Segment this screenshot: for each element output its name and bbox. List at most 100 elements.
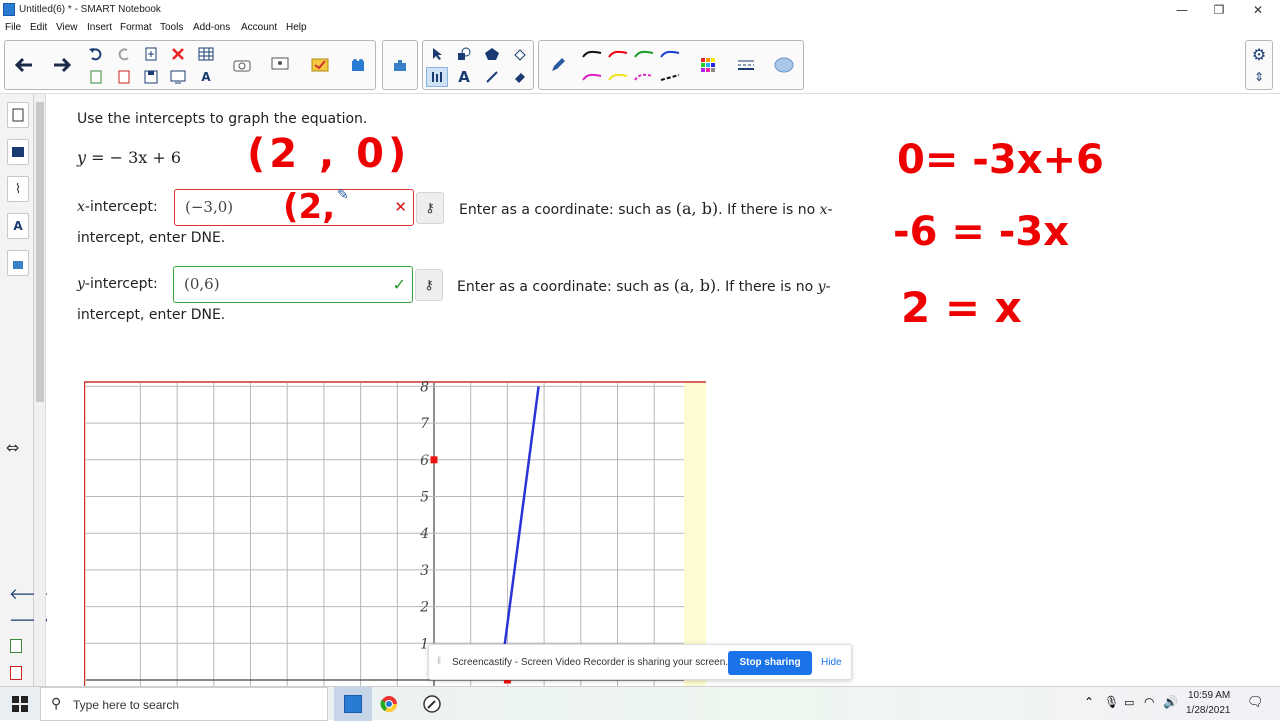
wifi-icon[interactable]: ◠ xyxy=(1144,695,1154,709)
clock-date[interactable]: 1/28/2021 xyxy=(1186,705,1231,716)
clock-time[interactable]: 10:59 AM xyxy=(1188,690,1230,701)
menu-edit[interactable]: Edit xyxy=(30,22,47,33)
x-hint-text-c: - xyxy=(827,202,833,218)
pen-green-icon[interactable] xyxy=(633,44,655,64)
minimize-button[interactable]: — xyxy=(1164,0,1200,20)
color-palette-icon[interactable] xyxy=(691,41,725,89)
toolbar-group-pens xyxy=(538,40,804,90)
toolbar-group-select: A xyxy=(422,40,534,90)
volume-icon[interactable]: 🔊 xyxy=(1163,695,1178,709)
stop-sharing-button[interactable]: Stop sharing xyxy=(728,651,812,675)
screen-shade-icon[interactable] xyxy=(167,67,189,87)
delete-icon[interactable] xyxy=(167,44,189,64)
pen-cursor-icon: ✎ xyxy=(337,187,349,203)
move-toolbar-icon[interactable]: ⇕ xyxy=(1248,67,1270,87)
menu-file[interactable]: File xyxy=(5,22,21,33)
vertical-scrollbar[interactable] xyxy=(34,94,46,686)
save-icon[interactable] xyxy=(140,67,162,87)
measurement-icon[interactable] xyxy=(426,67,448,87)
previous-page-icon[interactable] xyxy=(7,41,41,89)
delete-page-side-icon[interactable] xyxy=(10,666,22,680)
gallery-icon[interactable] xyxy=(7,139,29,165)
drag-handle-icon[interactable]: ‖ xyxy=(437,656,441,667)
search-icon: ⚲ xyxy=(51,695,62,711)
menu-insert[interactable]: Insert xyxy=(87,22,112,33)
menu-tools[interactable]: Tools xyxy=(160,22,183,33)
fill-icon[interactable] xyxy=(509,44,531,64)
resize-panel-icon[interactable]: ⇔ xyxy=(6,438,19,457)
camera-icon[interactable] xyxy=(225,41,259,89)
text-icon[interactable]: A xyxy=(453,67,475,87)
y-preview-key-icon[interactable]: ⚷ xyxy=(415,269,443,301)
polygon-icon[interactable] xyxy=(481,44,503,64)
title-bar: Untitled(6) * - SMART Notebook — ❐ ✕ xyxy=(0,0,1280,20)
text-format-icon[interactable]: A xyxy=(195,67,217,87)
lab-activity-icon[interactable] xyxy=(383,41,417,89)
add-ons-icon[interactable] xyxy=(341,41,375,89)
equation: y = − 3x + 6 xyxy=(77,148,181,167)
smart-notebook-taskbar-icon xyxy=(344,695,362,713)
graph-edge-strip xyxy=(684,382,706,686)
eraser-icon[interactable] xyxy=(509,67,531,87)
notebook-page[interactable]: Use the intercepts to graph the equation… xyxy=(47,95,1280,686)
attachments-icon[interactable]: ⌇ xyxy=(7,176,29,202)
windows-start-icon[interactable] xyxy=(12,696,28,716)
line-icon[interactable] xyxy=(481,67,503,87)
properties-icon[interactable]: A xyxy=(7,213,29,239)
document-camera-icon[interactable] xyxy=(263,41,297,89)
fill-effects-icon[interactable] xyxy=(767,41,801,89)
taskbar-search[interactable]: ⚲ Type here to search xyxy=(40,687,328,721)
show-hidden-icons-icon[interactable]: ⌃ xyxy=(1084,695,1094,709)
gear-icon[interactable]: ⚙ xyxy=(1248,44,1270,64)
page-sorter-icon[interactable] xyxy=(7,102,29,128)
y-intercept-input[interactable]: (0,6) ✓ xyxy=(173,266,413,303)
add-ons-panel-icon[interactable] xyxy=(7,250,29,276)
menu-account[interactable]: Account xyxy=(241,22,277,33)
taskbar-smart-notebook[interactable] xyxy=(334,687,372,721)
microphone-icon[interactable]: 🎙 xyxy=(1104,695,1119,709)
y-hint-text-b: . If there is no xyxy=(716,279,818,295)
battery-icon[interactable]: ▭ xyxy=(1124,696,1134,709)
menu-view[interactable]: View xyxy=(56,22,78,33)
open-file-icon[interactable] xyxy=(85,67,107,87)
redo-icon[interactable] xyxy=(113,44,135,64)
pen-icon[interactable] xyxy=(541,41,575,89)
pen-dashed-magenta-icon[interactable] xyxy=(633,67,655,87)
shapes-icon[interactable] xyxy=(453,44,475,64)
maximize-button[interactable]: ❐ xyxy=(1201,0,1237,20)
toolbar-group-settings: ⚙ ⇕ xyxy=(1245,40,1273,90)
highlighter-yellow-icon[interactable] xyxy=(607,67,629,87)
next-page-icon[interactable] xyxy=(45,41,79,89)
x-preview-key-icon[interactable]: ⚷ xyxy=(416,192,444,224)
x-hint-text-a: Enter as a coordinate: such as xyxy=(459,202,676,218)
equation-rhs: = − 3x + 6 xyxy=(91,148,182,167)
x-var: x xyxy=(77,199,85,215)
undo-icon[interactable] xyxy=(85,44,107,64)
menu-add-ons[interactable]: Add-ons xyxy=(193,22,230,33)
pen-black-icon[interactable] xyxy=(581,44,603,64)
pen-app-icon[interactable] xyxy=(423,695,441,717)
select-arrow-icon[interactable] xyxy=(426,44,448,64)
menu-format[interactable]: Format xyxy=(120,22,152,33)
hide-button[interactable]: Hide xyxy=(821,657,842,668)
close-button[interactable]: ✕ xyxy=(1240,0,1276,20)
export-pdf-icon[interactable] xyxy=(113,67,135,87)
add-page-icon[interactable] xyxy=(140,44,162,64)
pen-blue-icon[interactable] xyxy=(659,44,681,64)
notifications-icon[interactable]: 🗨 xyxy=(1247,695,1264,710)
y-tick-label: 5 xyxy=(420,490,429,506)
table-icon[interactable] xyxy=(195,44,217,64)
chrome-icon[interactable] xyxy=(380,695,398,717)
coordinate-graph[interactable]: 12345678 xyxy=(83,379,708,686)
pen-dashed-black-icon[interactable] xyxy=(659,67,681,87)
menu-help[interactable]: Help xyxy=(286,22,307,33)
response-icon[interactable] xyxy=(303,41,337,89)
add-page-side-icon[interactable] xyxy=(10,639,22,653)
handwriting-partial: (2, xyxy=(283,187,336,227)
graph-svg[interactable]: 12345678 xyxy=(83,379,708,686)
scrollbar-thumb[interactable] xyxy=(36,102,44,402)
line-style-icon[interactable] xyxy=(729,41,763,89)
highlighter-magenta-icon[interactable] xyxy=(581,67,603,87)
pen-red-icon[interactable] xyxy=(607,44,629,64)
toolbar-group-widgets xyxy=(382,40,418,90)
